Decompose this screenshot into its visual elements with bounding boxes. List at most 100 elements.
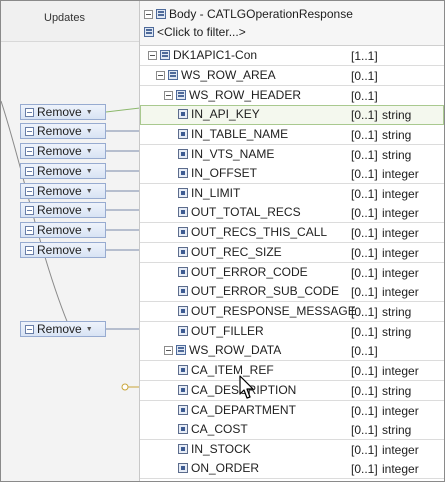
tree-row-ca-description[interactable]: CA_DESCRIPTION [0..1] string [140,381,444,401]
tree-row-ws-row-area[interactable]: WS_ROW_AREA [0..1] [140,66,444,86]
node-label: WS_ROW_HEADER [189,88,302,102]
data-type: string [382,305,412,319]
cardinality: [0..1] [351,384,378,398]
data-type: integer [382,443,419,457]
body-title: Body - CATLGOperationResponse [169,7,353,21]
cardinality: [0..1] [351,364,378,378]
tree-row-ca-cost[interactable]: CA_COST [0..1] string [140,420,444,440]
node-label: OUT_RESPONSE_MESSAGE [191,304,356,318]
remove-icon [25,324,34,334]
tree-row-ca-department[interactable]: CA_DEPARTMENT [0..1] integer [140,401,444,421]
cardinality: [0..1] [351,128,378,142]
cardinality: [0..1] [351,462,378,476]
tree-row-on-order[interactable]: ON_ORDER [0..1] integer [140,459,444,479]
data-type: string [382,148,412,162]
tree-row-dk1apic1-con[interactable]: DK1APIC1-Con [1..1] [140,46,444,66]
tree-row-in-limit[interactable]: IN_LIMIT [0..1] integer [140,184,444,204]
remove-icon [25,225,34,235]
chevron-down-icon: ▼ [85,167,93,175]
remove-icon [25,146,34,156]
filter-row[interactable]: <Click to filter...> [144,25,246,39]
field-icon [178,365,188,375]
tree-row-in-api-key[interactable]: IN_API_KEY [0..1] string [140,105,444,125]
data-type: integer [382,187,419,201]
field-icon [178,385,188,395]
filter-icon [144,27,154,37]
remove-button-in-table-name[interactable]: Remove ▼ [20,123,106,139]
chevron-down-icon: ▼ [85,187,93,195]
collapse-icon[interactable] [164,90,173,100]
remove-icon [25,205,34,215]
data-type: integer [382,462,419,476]
node-label: DK1APIC1-Con [173,48,258,62]
node-label: IN_TABLE_NAME [191,127,289,141]
node-label: CA_COST [191,422,248,436]
field-icon [178,424,188,434]
collapse-icon[interactable] [164,345,173,355]
cardinality: [0..1] [351,187,378,201]
cardinality: [0..1] [351,443,378,457]
data-type: integer [382,285,419,299]
tree-row-out-recs-this-call[interactable]: OUT_RECS_THIS_CALL [0..1] integer [140,223,444,243]
remove-button-in-vts-name[interactable]: Remove ▼ [20,143,106,159]
node-label: OUT_FILLER [191,324,264,338]
collapse-icon[interactable] [144,9,153,19]
tree-row-out-error-sub-code[interactable]: OUT_ERROR_SUB_CODE [0..1] integer [140,282,444,302]
data-type: string [382,325,412,339]
remove-button-out-rec-size[interactable]: Remove ▼ [20,242,106,258]
collapse-icon[interactable] [148,50,157,60]
remove-button-out-recs-this-call[interactable]: Remove ▼ [20,222,106,238]
tree-row-in-stock[interactable]: IN_STOCK [0..1] integer [140,440,444,460]
tree-row-out-total-recs[interactable]: OUT_TOTAL_RECS [0..1] integer [140,203,444,223]
tree-row-ws-row-header[interactable]: WS_ROW_HEADER [0..1] [140,86,444,106]
node-label: IN_LIMIT [191,186,241,200]
structure-icon [176,90,186,100]
remove-button-out-filler[interactable]: Remove ▼ [20,321,106,337]
remove-label: Remove [37,164,82,178]
tree-row-out-response-message[interactable]: OUT_RESPONSE_MESSAGE [0..1] string [140,302,444,322]
field-icon [178,188,188,198]
connector-ca-item-ref [121,383,129,391]
tree-row-in-table-name[interactable]: IN_TABLE_NAME [0..1] string [140,125,444,145]
node-label: OUT_ERROR_CODE [191,265,308,279]
cardinality: [0..1] [351,167,378,181]
collapse-icon[interactable] [156,70,165,80]
node-label: ON_ORDER [191,461,260,475]
cardinality: [0..1] [351,423,378,437]
tree-row-in-offset[interactable]: IN_OFFSET [0..1] integer [140,164,444,184]
node-label: CA_DEPARTMENT [191,403,296,417]
filter-prompt[interactable]: <Click to filter...> [157,25,246,39]
data-type: integer [382,206,419,220]
body-node[interactable]: Body - CATLGOperationResponse [144,7,353,21]
data-type: integer [382,246,419,260]
field-icon [178,149,188,159]
node-label: OUT_TOTAL_RECS [191,205,301,219]
data-type: string [382,108,412,122]
data-type: string [382,384,412,398]
field-icon [178,247,188,257]
tree-row-out-filler[interactable]: OUT_FILLER [0..1] string [140,322,444,342]
tree-row-ws-row-data[interactable]: WS_ROW_DATA [0..1] [140,341,444,361]
chevron-down-icon: ▼ [85,226,93,234]
tree-row-out-error-code[interactable]: OUT_ERROR_CODE [0..1] integer [140,263,444,283]
field-icon [178,267,188,277]
remove-button-in-api-key[interactable]: Remove ▼ [20,104,106,120]
node-label: OUT_RECS_THIS_CALL [191,225,328,239]
remove-icon [25,126,34,136]
remove-button-in-limit[interactable]: Remove ▼ [20,183,106,199]
cardinality: [0..1] [351,285,378,299]
remove-button-out-total-recs[interactable]: Remove ▼ [20,202,106,218]
chevron-down-icon: ▼ [85,147,93,155]
tree-row-ca-item-ref[interactable]: CA_ITEM_REF [0..1] integer [140,361,444,381]
cardinality: [0..1] [351,108,378,122]
field-icon [178,129,188,139]
chevron-down-icon: ▼ [85,206,93,214]
tree-row-out-rec-size[interactable]: OUT_REC_SIZE [0..1] integer [140,243,444,263]
data-type: integer [382,266,419,280]
cardinality: [0..1] [351,89,378,103]
remove-button-in-offset[interactable]: Remove ▼ [20,163,106,179]
node-label: IN_OFFSET [191,166,258,180]
field-icon [178,463,188,473]
tree-row-in-vts-name[interactable]: IN_VTS_NAME [0..1] string [140,145,444,165]
tree-header: Body - CATLGOperationResponse <Click to … [140,1,444,46]
